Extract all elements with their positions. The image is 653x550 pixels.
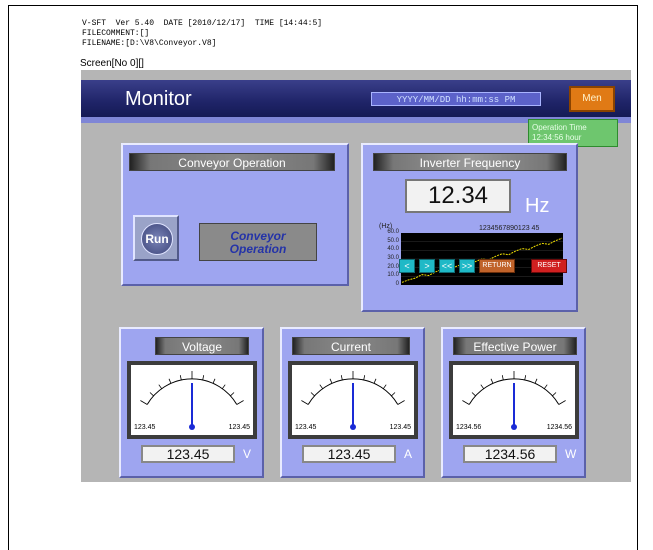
graph-y-tick: 40.0 xyxy=(387,246,399,253)
gauge-tick xyxy=(558,400,566,405)
gauge-tick xyxy=(480,384,485,389)
current-meter: 123.45 123.45 xyxy=(288,361,418,439)
gauge-tick xyxy=(319,384,324,389)
gauge-hub xyxy=(189,424,195,430)
title-bar: Monitor YYYY/MM/DD hh:mm:ss PM Men xyxy=(81,80,631,117)
header-filename-line: FILENAME:[D:\V8\Conveyor.V8] xyxy=(82,39,217,48)
gauge-max-label: 1234.56 xyxy=(547,424,572,431)
conveyor-panel-title: Conveyor Operation xyxy=(129,153,335,171)
page-title: Monitor xyxy=(125,88,192,110)
voltage-panel: Voltage 123.45 123.45 123.45 V xyxy=(119,327,264,478)
gauge-tick xyxy=(534,378,538,384)
gauge-tick xyxy=(158,384,163,389)
gauge-tick xyxy=(471,392,476,397)
trend-fast-next-button[interactable]: >> xyxy=(459,259,475,273)
gauge-min-label: 1234.56 xyxy=(456,424,481,431)
gauge-tick xyxy=(212,378,216,384)
header-comment-line: FILECOMMENT:[] xyxy=(82,29,150,38)
gauge-tick xyxy=(140,400,148,405)
power-unit: W xyxy=(565,447,577,461)
monitor-screen: Monitor YYYY/MM/DD hh:mm:ss PM Men Opera… xyxy=(81,70,631,482)
graph-label: 1234567890123 45 xyxy=(479,225,540,232)
gauge-tick xyxy=(179,375,182,381)
gauge-tick xyxy=(301,400,309,405)
gauge-tick xyxy=(221,384,226,389)
frequency-display: 12.34 xyxy=(405,179,511,213)
gauge-min-label: 123.45 xyxy=(134,424,156,431)
datetime-display: YYYY/MM/DD hh:mm:ss PM xyxy=(371,92,541,106)
voltage-panel-title: Voltage xyxy=(155,337,249,355)
frequency-unit: Hz xyxy=(525,195,550,217)
voltage-gauge: 123.45 123.45 xyxy=(134,371,251,431)
current-value: 123.45 xyxy=(302,445,396,463)
screen-label: Screen[No 0][] xyxy=(80,58,144,69)
gauge-tick xyxy=(230,392,235,397)
operation-time-label: Operation Time xyxy=(532,123,587,132)
gauge-min-label: 123.45 xyxy=(295,424,317,431)
gauge-tick xyxy=(310,392,315,397)
voltage-meter: 123.45 123.45 xyxy=(127,361,257,439)
voltage-value: 123.45 xyxy=(141,445,235,463)
header-version-line: V-SFT Ver 5.40 DATE [2010/12/17] TIME [1… xyxy=(82,19,323,28)
operation-time-value: 12:34:56 hour xyxy=(532,133,582,142)
graph-y-tick: 10.0 xyxy=(387,272,399,279)
conveyor-operation-indicator: Conveyor Operation xyxy=(199,223,317,261)
current-gauge: 123.45 123.45 xyxy=(295,371,412,431)
trend-prev-button[interactable]: < xyxy=(399,259,415,273)
gauge-tick xyxy=(340,375,343,381)
voltage-unit: V xyxy=(243,447,252,461)
menu-button[interactable]: Men xyxy=(569,86,615,112)
gauge-tick xyxy=(391,392,396,397)
trend-fast-prev-button[interactable]: << xyxy=(439,259,455,273)
power-gauge: 1234.56 1234.56 xyxy=(456,371,572,431)
gauge-hub xyxy=(350,424,356,430)
conveyor-panel: Conveyor Operation Run Conveyor Operatio… xyxy=(121,143,349,286)
gauge-max-label: 123.45 xyxy=(390,424,412,431)
gauge-tick xyxy=(168,378,172,384)
gauge-hub xyxy=(511,424,517,430)
gauge-tick xyxy=(202,375,205,381)
inverter-panel-title: Inverter Frequency xyxy=(373,153,567,171)
graph-y-tick: 20.0 xyxy=(387,263,399,270)
gauge-tick xyxy=(397,400,405,405)
power-panel: Effective Power 1234.56 1234.56 1234.56 W xyxy=(441,327,586,478)
gauge-tick xyxy=(543,384,548,389)
run-button-label: Run xyxy=(141,223,173,255)
gauge-tick xyxy=(552,392,557,397)
gauge-tick xyxy=(524,375,527,381)
current-unit: A xyxy=(404,447,413,461)
gauge-tick xyxy=(373,378,377,384)
trend-next-button[interactable]: > xyxy=(419,259,435,273)
graph-y-tick: 0 xyxy=(395,281,399,287)
gauge-tick xyxy=(462,400,470,405)
gauge-tick xyxy=(236,400,244,405)
graph-y-tick: 60.0 xyxy=(387,229,399,235)
gauge-tick xyxy=(149,392,154,397)
reset-button[interactable]: RESET xyxy=(531,259,567,273)
gauge-tick xyxy=(329,378,333,384)
graph-y-tick: 50.0 xyxy=(387,237,399,244)
gauge-tick xyxy=(363,375,366,381)
conveyor-operation-line2: Operation xyxy=(229,242,287,256)
gauge-tick xyxy=(382,384,387,389)
current-panel: Current 123.45 123.45 123.45 A xyxy=(280,327,425,478)
graph-y-axis: 60.0 50.0 40.0 30.0 20.0 10.0 0 xyxy=(373,229,399,287)
graph-y-tick: 30.0 xyxy=(387,255,399,261)
gauge-tick xyxy=(490,378,494,384)
gauge-tick xyxy=(501,375,504,381)
return-button[interactable]: RETURN xyxy=(479,259,515,273)
power-meter: 1234.56 1234.56 xyxy=(449,361,579,439)
power-panel-title: Effective Power xyxy=(453,337,577,355)
gauge-max-label: 123.45 xyxy=(229,424,251,431)
current-panel-title: Current xyxy=(292,337,410,355)
power-value: 1234.56 xyxy=(463,445,557,463)
inverter-panel: Inverter Frequency 12.34 Hz (Hz) 1234567… xyxy=(361,143,578,312)
run-button[interactable]: Run xyxy=(133,215,179,261)
